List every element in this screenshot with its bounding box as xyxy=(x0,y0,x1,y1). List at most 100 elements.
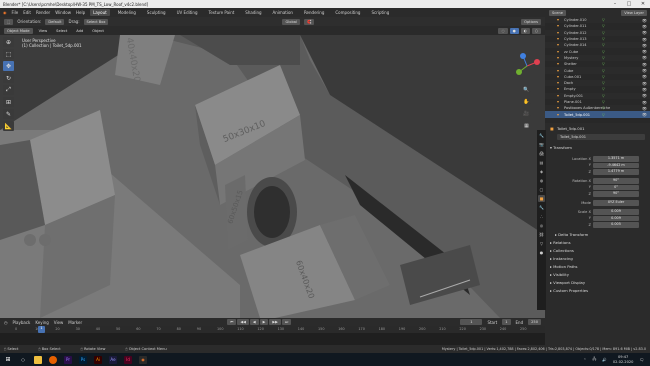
material-icon[interactable]: ◐ xyxy=(520,27,530,34)
solid-icon[interactable]: ● xyxy=(509,27,519,34)
rotation-z-field[interactable]: 90° xyxy=(593,191,639,197)
measure-icon[interactable]: 📐 xyxy=(3,121,14,131)
options-dropdown[interactable]: Options xyxy=(521,18,541,25)
close-icon[interactable]: ✕ xyxy=(636,0,650,8)
play-reverse-icon[interactable]: ◀ xyxy=(249,319,259,325)
active-tool-icon[interactable]: ⬚ xyxy=(4,18,14,25)
notifications-icon[interactable]: 🗨 xyxy=(639,358,644,362)
location-z-field[interactable]: 1.4779 m xyxy=(593,169,639,175)
visibility-section[interactable]: ▸ Visibility xyxy=(550,272,569,277)
visibility-eye-icon[interactable]: 👁 xyxy=(642,62,647,67)
visibility-eye-icon[interactable]: 👁 xyxy=(642,81,647,86)
pan-icon[interactable]: ✋ xyxy=(522,97,531,106)
orientation-dropdown[interactable]: Default xyxy=(45,18,65,25)
tab-sculpting[interactable]: Sculpting xyxy=(144,9,169,16)
firefox-icon[interactable] xyxy=(49,355,57,364)
menu-render[interactable]: Render xyxy=(36,10,50,15)
modifier-tab-icon[interactable]: 🔧 xyxy=(538,204,545,211)
search-icon[interactable]: ○ xyxy=(19,356,27,364)
scale-x-field[interactable]: 0.009 xyxy=(593,209,639,215)
visibility-eye-icon[interactable]: 👁 xyxy=(642,18,647,23)
object-mode-dropdown[interactable]: Object Mode xyxy=(4,27,33,34)
move-icon[interactable]: ✥ xyxy=(3,61,14,71)
tool-tab-icon[interactable]: 🔧 xyxy=(538,132,545,139)
transform-orientation-dropdown[interactable]: Global xyxy=(282,18,300,25)
current-frame-field[interactable]: 1 xyxy=(460,319,483,325)
visibility-eye-icon[interactable]: 👁 xyxy=(642,93,647,98)
visibility-eye-icon[interactable]: 👁 xyxy=(642,30,647,35)
menu-window[interactable]: Window xyxy=(55,10,71,15)
timeline-editor-icon[interactable]: ◷ xyxy=(4,320,8,325)
start-frame-field[interactable]: 1 xyxy=(502,319,511,325)
menu-marker[interactable]: Marker xyxy=(68,320,82,325)
visibility-eye-icon[interactable]: 👁 xyxy=(642,100,647,105)
visibility-eye-icon[interactable]: 👁 xyxy=(642,49,647,54)
minimize-icon[interactable]: – xyxy=(608,0,622,8)
menu-keying[interactable]: Keying xyxy=(35,320,48,325)
tab-animation[interactable]: Animation xyxy=(270,9,296,16)
data-tab-icon[interactable]: ▽ xyxy=(538,240,545,247)
play-icon[interactable]: ▶ xyxy=(259,319,269,325)
output-tab-icon[interactable]: 🖨 xyxy=(538,150,545,157)
scene-dropdown[interactable]: Scene xyxy=(549,9,566,16)
menu-object[interactable]: Object xyxy=(89,28,107,34)
tab-rendering[interactable]: Rendering xyxy=(301,9,327,16)
menu-playback[interactable]: Playback xyxy=(13,320,31,325)
tab-layout[interactable]: Layout xyxy=(90,9,110,16)
playhead[interactable]: 1 xyxy=(38,326,45,333)
particles-tab-icon[interactable]: ∴ xyxy=(538,213,545,220)
physics-tab-icon[interactable]: ◎ xyxy=(538,222,545,229)
next-key-icon[interactable]: ▶▶ xyxy=(269,319,281,325)
visibility-eye-icon[interactable]: 👁 xyxy=(642,55,647,60)
material-tab-icon[interactable]: ● xyxy=(538,249,545,256)
location-x-field[interactable]: 1.3571 m xyxy=(593,156,639,162)
timeline-ruler[interactable]: 0102030405060708090100110120130140150160… xyxy=(0,326,545,333)
viewport-display-section[interactable]: ▸ Viewport Display xyxy=(550,280,585,285)
camera-icon[interactable]: 🎥 xyxy=(522,109,531,118)
rotation-y-field[interactable]: 0° xyxy=(593,184,639,190)
grid-icon[interactable]: ▦ xyxy=(522,121,531,130)
tab-shading[interactable]: Shading xyxy=(242,9,264,16)
view-layer-tab-icon[interactable]: ▤ xyxy=(538,159,545,166)
menu-select[interactable]: Select xyxy=(53,28,70,34)
annotate-icon[interactable]: ✎ xyxy=(3,109,14,119)
jump-start-icon[interactable]: ⏮ xyxy=(227,319,237,325)
location-y-field[interactable]: -9.4642 m xyxy=(593,162,639,168)
3d-viewport[interactable]: 50x30x10 60x50x15 60x40x20 40x40x20 xyxy=(0,35,545,318)
rotation-x-field[interactable]: 90° xyxy=(593,178,639,184)
premiere-icon[interactable]: Pr xyxy=(64,355,72,364)
menu-view[interactable]: View xyxy=(36,28,51,34)
photoshop-icon[interactable]: Ps xyxy=(79,355,87,364)
tray-arrow-icon[interactable]: ⌃ xyxy=(583,358,586,362)
collection-tab-icon[interactable]: ▢ xyxy=(538,186,545,193)
drag-dropdown[interactable]: Select Box xyxy=(83,18,109,25)
tab-modeling[interactable]: Modeling xyxy=(115,9,139,16)
visibility-eye-icon[interactable]: 👁 xyxy=(642,24,647,29)
menu-help[interactable]: Help xyxy=(76,10,85,15)
navigation-gizmo[interactable] xyxy=(513,52,541,80)
object-tab-icon[interactable]: ■ xyxy=(538,195,545,202)
cursor-icon[interactable]: ⊕ xyxy=(3,37,14,47)
constraints-tab-icon[interactable]: ⛓ xyxy=(538,231,545,238)
tab-scripting[interactable]: Scripting xyxy=(368,9,392,16)
zoom-icon[interactable]: 🔍 xyxy=(522,85,531,94)
clock[interactable]: 09:47 02.02.2020 xyxy=(613,355,634,364)
delta-transform-section[interactable]: ▸ Delta Transform xyxy=(555,232,588,237)
blender-logo-icon[interactable]: ◉ xyxy=(3,10,7,15)
object-name-field[interactable]: Toilet_5dp.001 xyxy=(557,134,645,140)
collections-section[interactable]: ▸ Collections xyxy=(550,248,574,253)
blender-icon[interactable]: ◉ xyxy=(139,355,147,364)
menu-timeline-view[interactable]: View xyxy=(54,320,64,325)
view-layer-dropdown[interactable]: View Layer xyxy=(621,9,647,16)
wireframe-icon[interactable]: ◌ xyxy=(498,27,508,34)
rotate-icon[interactable]: ↻ xyxy=(3,73,14,83)
tab-texture-paint[interactable]: Texture Paint xyxy=(205,9,237,16)
visibility-eye-icon[interactable]: 👁 xyxy=(642,106,647,111)
scale-y-field[interactable]: 0.009 xyxy=(593,215,639,221)
render-tab-icon[interactable]: 📷 xyxy=(538,141,545,148)
visibility-eye-icon[interactable]: 👁 xyxy=(642,43,647,48)
transform-section[interactable]: ▾ Transform xyxy=(550,145,572,150)
menu-edit[interactable]: Edit xyxy=(23,10,31,15)
scene-tab-icon[interactable]: ◈ xyxy=(538,168,545,175)
start-icon[interactable]: ⊞ xyxy=(4,356,12,364)
